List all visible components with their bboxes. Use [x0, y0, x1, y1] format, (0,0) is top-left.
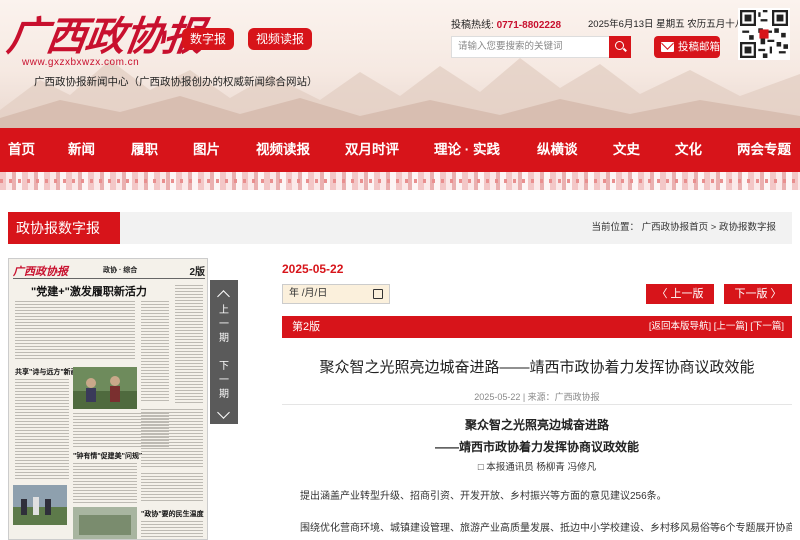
hotline: 投稿热线: 0771-8802228 [451, 16, 561, 31]
article-paragraph-2: 围绕优化营商环境、城镇建设管理、旅游产业高质量发展、抵边中小学校建设、乡村移风易… [300, 523, 792, 534]
article-body-subtitle: ——靖西市政协着力发挥协商议政效能 [434, 440, 639, 454]
nav-commentary[interactable]: 纵横谈 [537, 128, 578, 172]
site-logo[interactable]: 广西政协报 [4, 4, 207, 62]
nav-news[interactable]: 新闻 [68, 128, 95, 172]
date-picker-value: 年 /月/日 [289, 288, 328, 299]
main-nav: 首页 新闻 履职 图片 视频读报 双月时评 理论 · 实践 纵横谈 文史 文化 … [0, 128, 800, 172]
edition-links[interactable]: [返回本版导航] [上一篇] [下一篇] [649, 316, 784, 338]
edition-bar: 第2版 [返回本版导航] [上一篇] [下一篇] [282, 316, 792, 338]
prev-issue-button[interactable]: 上一期 [210, 280, 238, 360]
decorative-border [0, 172, 800, 190]
nav-photos[interactable]: 图片 [193, 128, 220, 172]
nav-bimonthly[interactable]: 双月时评 [345, 128, 399, 172]
next-issue-label: 下一期 [219, 361, 229, 400]
paper-headline[interactable]: "党建+"激发履职新活力 [31, 283, 147, 299]
section-bar: 政协报数字报 当前位置： 广西政协报首页 > 政协报数字报 [8, 212, 792, 244]
submission-email-button[interactable]: 投稿邮箱 [654, 36, 720, 58]
paper-subhead-3[interactable]: "政协"要的民生温度 [141, 509, 204, 519]
nav-culture[interactable]: 文化 [675, 128, 702, 172]
nav-theory[interactable]: 理论 · 实践 [434, 128, 500, 172]
digital-paper-button[interactable]: 数字报 [182, 28, 235, 50]
next-issue-button[interactable]: 下一期 [210, 356, 238, 424]
paper-photo-2[interactable] [13, 485, 67, 525]
article-paragraph-1: 提出涵盖产业转型升级、招商引资、开发开放、乡村振兴等方面的意见建议256条。 [300, 491, 667, 502]
envelope-icon [661, 42, 674, 52]
article-body-title: 聚众智之光照亮边城奋进路 [464, 418, 609, 432]
paper-photo-3[interactable] [73, 507, 137, 540]
page: 广西政协报 www.gxzxbxwzx.com.cn 广西政协报新闻中心（广西政… [0, 0, 800, 540]
edition-date: 2025-05-22 [282, 262, 344, 276]
search-input[interactable]: 请输入您要搜索的关键词 [451, 36, 609, 58]
prev-issue-label: 上一期 [219, 305, 229, 344]
nav-sessions[interactable]: 两会专题 [737, 128, 791, 172]
article-meta: 2025-05-22 | 来源：广西政协报 [474, 392, 600, 402]
search-button[interactable] [609, 36, 631, 58]
current-date: 2025年6月13日 星期五 农历五月十八 [588, 19, 745, 30]
paper-photo-1[interactable] [73, 367, 137, 409]
paper-logo: 广西政协报 [13, 265, 68, 278]
newspaper-page[interactable]: 广西政协报 政协 · 综合 2版 "党建+"激发履职新活力 共享"诗与远方"新画… [8, 258, 208, 540]
nav-home[interactable]: 首页 [8, 128, 35, 172]
chevron-up-icon [217, 290, 230, 303]
next-page-button[interactable]: 下一版 〉 [724, 284, 792, 304]
paper-section: 政协 · 综合 [103, 267, 138, 274]
hotline-number: 0771-8802228 [496, 20, 562, 31]
calendar-icon[interactable] [373, 289, 383, 299]
chevron-down-icon [217, 406, 230, 419]
site-description: 广西政协报新闻中心（广西政协报创办的权威新闻综合网站） [34, 76, 318, 88]
paper-page-number: 2版 [189, 267, 205, 278]
section-title: 政协报数字报 [8, 212, 120, 244]
prev-page-button[interactable]: 〈 上一版 [646, 284, 714, 304]
paper-subhead-2[interactable]: "钟有情"促建美"问规" [73, 451, 142, 461]
submission-email-label: 投稿邮箱 [678, 41, 720, 53]
site-url: www.gxzxbxwzx.com.cn [22, 57, 140, 68]
nav-history[interactable]: 文史 [613, 128, 640, 172]
date-picker[interactable]: 年 /月/日 [282, 284, 390, 304]
video-read-button[interactable]: 视频读报 [248, 28, 313, 50]
edition-name: 第2版 [292, 321, 321, 333]
header-banner: 广西政协报 www.gxzxbxwzx.com.cn 广西政协报新闻中心（广西政… [0, 0, 800, 128]
qr-code [738, 8, 790, 60]
article-byline: □ 本报通讯员 杨柳青 冯修凡 [477, 462, 597, 473]
nav-duties[interactable]: 履职 [131, 128, 158, 172]
article-title: 聚众智之光照亮边城奋进路——靖西市政协着力发挥协商议政效能 [319, 359, 755, 376]
nav-video[interactable]: 视频读报 [256, 128, 310, 172]
hotline-label: 投稿热线: [451, 20, 494, 31]
breadcrumb[interactable]: 当前位置： 广西政协报首页 > 政协报数字报 [592, 212, 776, 244]
